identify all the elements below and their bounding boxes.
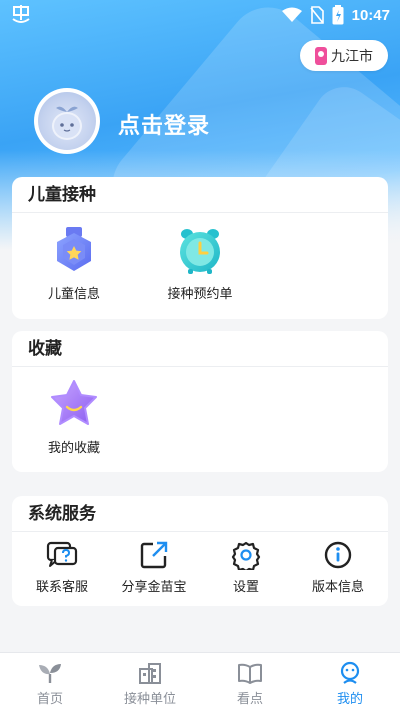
tab-label: 首页 [36, 692, 63, 707]
building-icon [139, 663, 161, 684]
book-icon [238, 663, 262, 684]
profile-icon [340, 661, 360, 684]
item-label: 我的收藏 [47, 441, 100, 456]
share-icon [140, 541, 168, 569]
section-title: 收藏 [12, 331, 388, 367]
city-selector-button[interactable]: 九江市 [300, 40, 388, 71]
vaccination-appointment-button[interactable]: 接种预约单 [162, 225, 238, 302]
location-pin-icon [315, 46, 327, 65]
tab-label: 看点 [236, 692, 263, 707]
my-favorites-button[interactable]: 我的收藏 [42, 377, 106, 456]
star-icon [51, 380, 97, 425]
no-sim-icon [310, 6, 324, 24]
chat-question-icon [46, 541, 78, 567]
item-label: 接种预约单 [167, 287, 233, 302]
medal-badge-icon [57, 227, 91, 271]
battery-icon [332, 5, 344, 25]
tab-highlights[interactable]: 看点 [200, 653, 300, 712]
item-label: 联系客服 [35, 580, 88, 595]
tab-label: 接种单位 [123, 692, 176, 707]
bottom-tab-bar: 首页 接种单位 看点 我的 [0, 652, 400, 712]
favorites-card: 收藏 我的收藏 [12, 331, 388, 472]
gear-icon [231, 541, 261, 570]
wifi-icon [281, 7, 302, 22]
avatar[interactable] [34, 88, 100, 154]
version-info-button[interactable]: 版本信息 [292, 540, 384, 595]
section-title: 系统服务 [12, 496, 388, 532]
status-bar: 10:47 [0, 0, 400, 30]
contact-support-button[interactable]: 联系客服 [16, 540, 108, 595]
city-label: 九江市 [331, 48, 373, 65]
tab-home[interactable]: 首页 [0, 653, 100, 712]
system-services-card: 系统服务 联系客服 分享金苗宝 设置 版本信息 [12, 496, 388, 606]
settings-button[interactable]: 设置 [200, 540, 292, 595]
child-info-button[interactable]: 儿童信息 [42, 225, 106, 302]
mascot-icon [52, 106, 82, 140]
tab-mine[interactable]: 我的 [300, 653, 400, 712]
alarm-clock-icon [180, 229, 220, 274]
sprout-icon [39, 664, 61, 683]
item-label: 儿童信息 [47, 287, 100, 302]
item-label: 分享金苗宝 [121, 580, 187, 595]
tab-label: 我的 [336, 692, 363, 707]
tab-vaccination-sites[interactable]: 接种单位 [100, 653, 200, 712]
item-label: 版本信息 [311, 580, 364, 595]
login-link[interactable]: 点击登录 [118, 108, 210, 140]
share-app-button[interactable]: 分享金苗宝 [108, 540, 200, 595]
info-icon [324, 541, 352, 569]
section-title: 儿童接种 [12, 177, 388, 213]
child-vaccination-card: 儿童接种 儿童信息 接种预约单 [12, 177, 388, 319]
status-time: 10:47 [351, 6, 390, 24]
item-label: 设置 [232, 580, 259, 595]
app-notification-icon [12, 5, 30, 23]
